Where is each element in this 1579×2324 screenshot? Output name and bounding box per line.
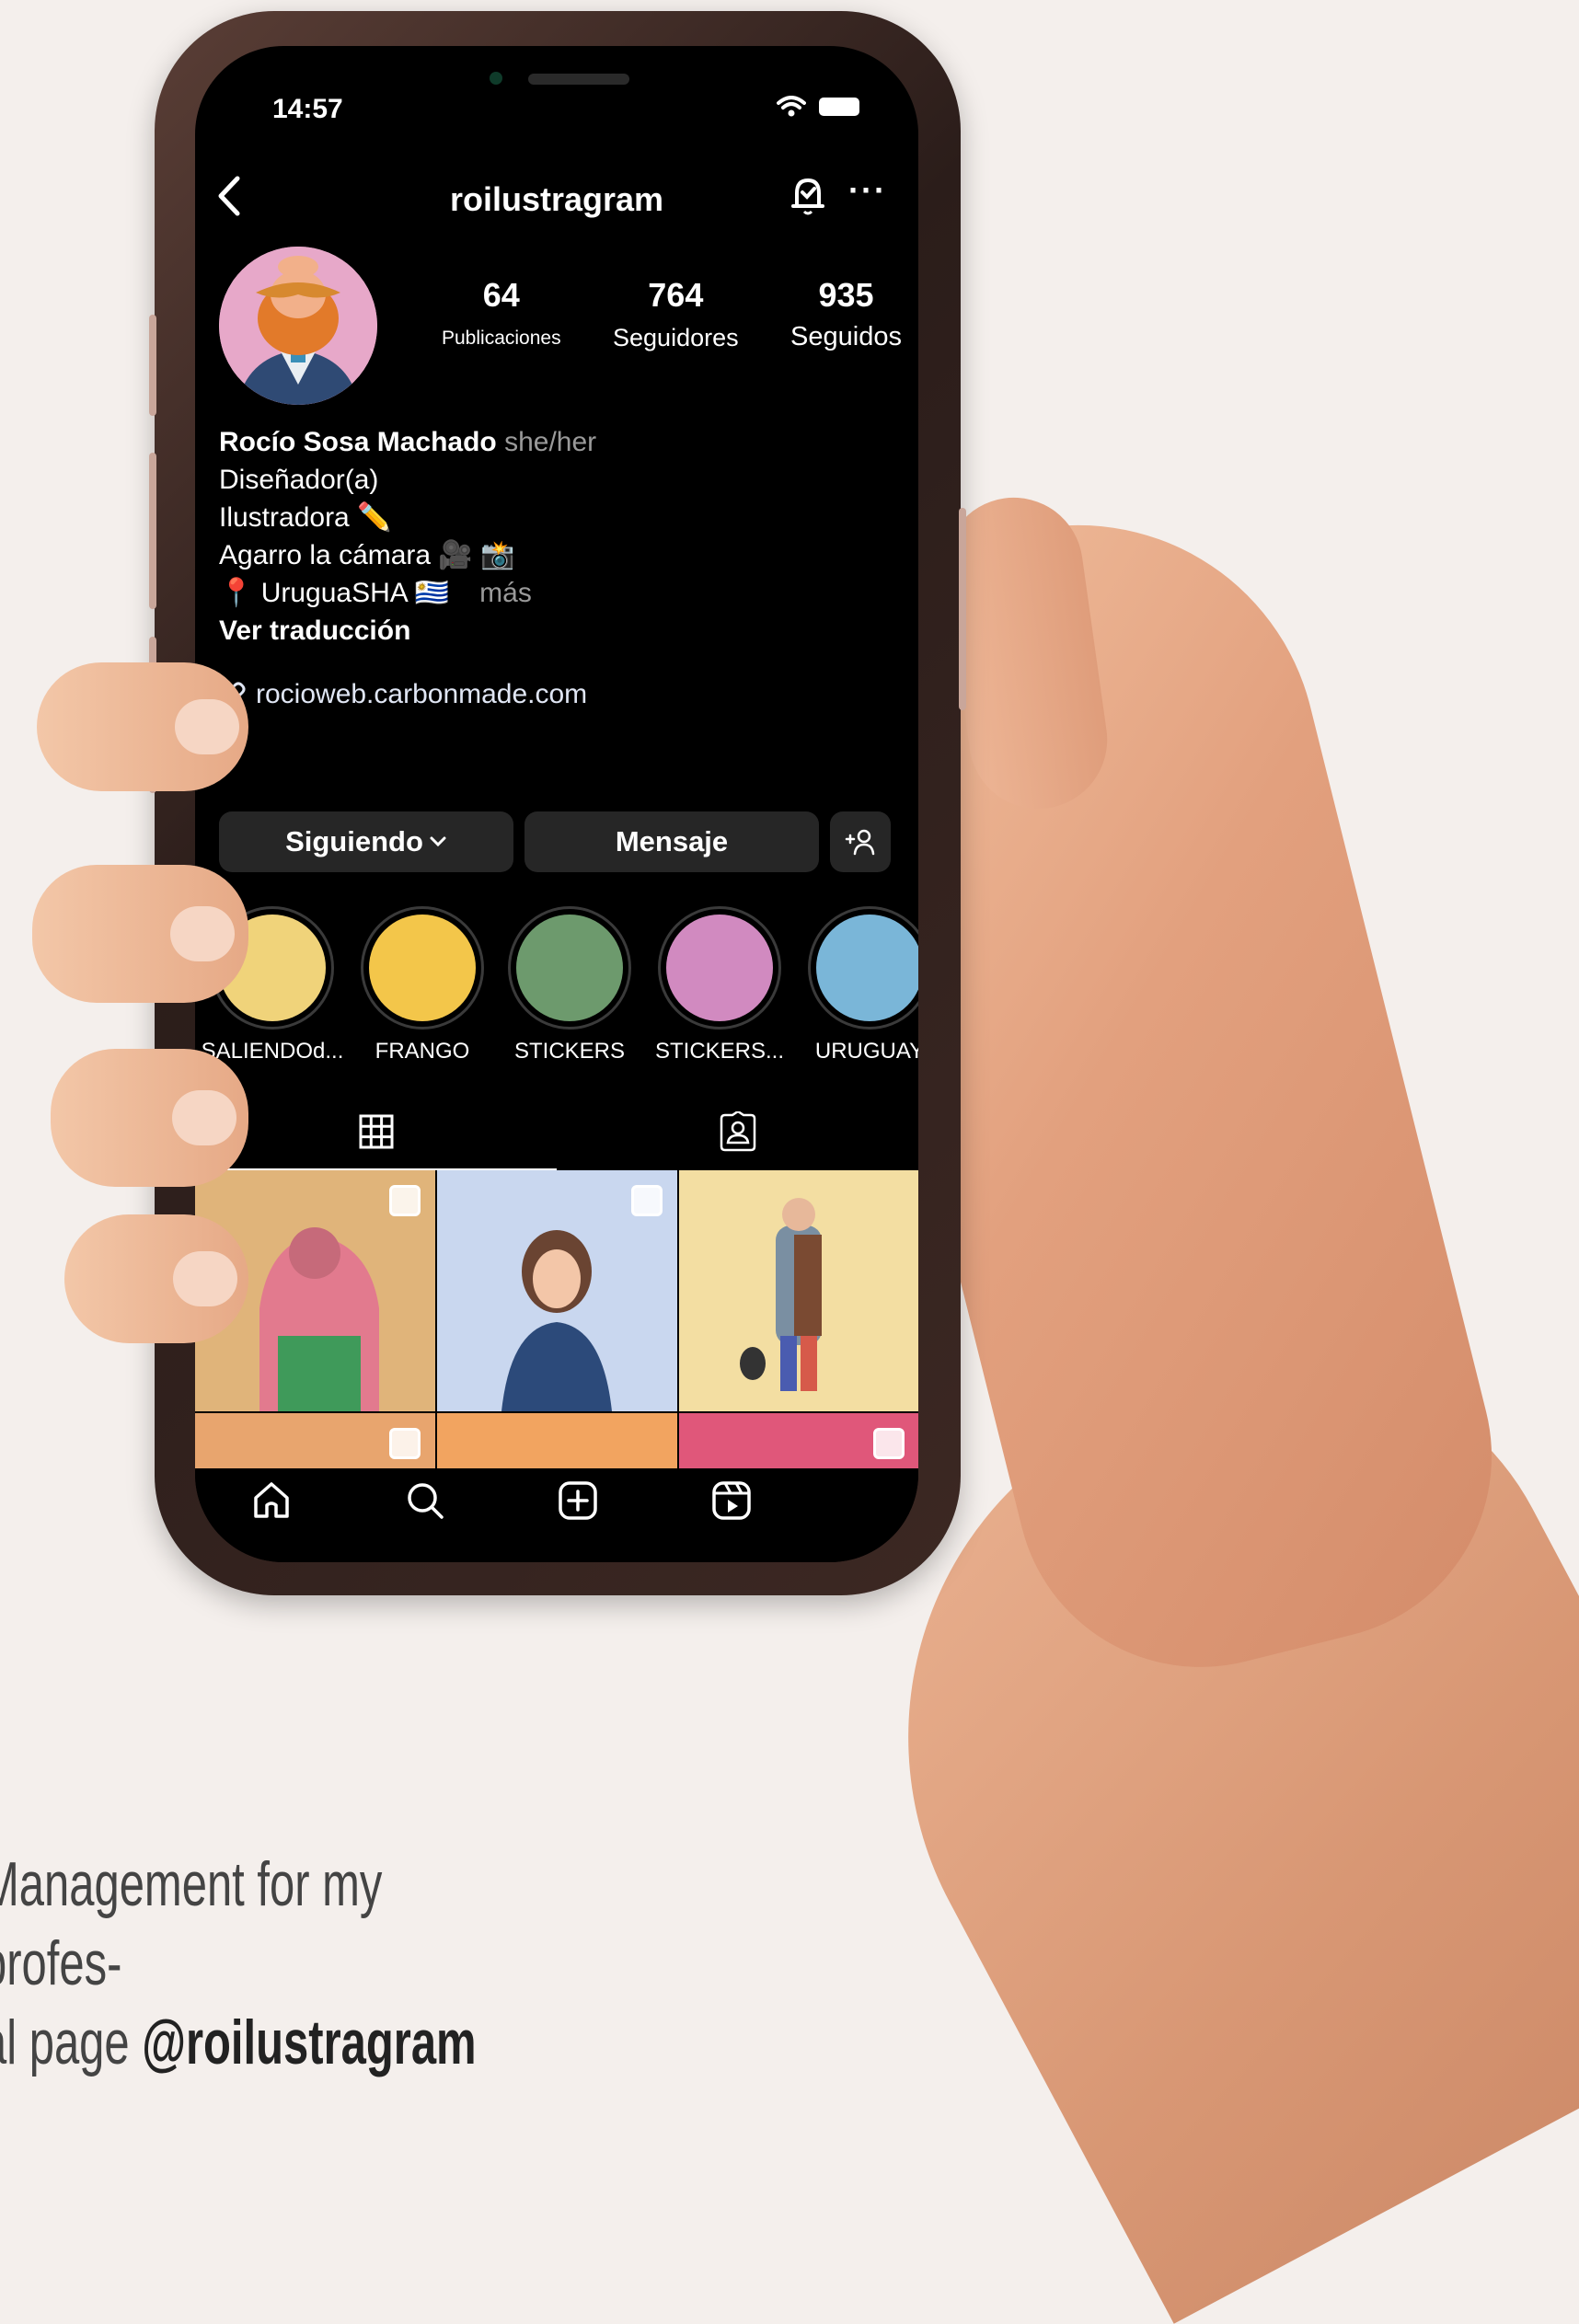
stat-following-label: Seguidos xyxy=(790,322,902,351)
post-thumbnail[interactable] xyxy=(437,1413,677,1468)
fingernail xyxy=(172,1090,236,1145)
caption-line-2: al page @roilustragram xyxy=(0,2003,499,2082)
chevron-down-icon xyxy=(430,836,446,847)
fingernail xyxy=(175,699,239,754)
profile-bio: Rocío Sosa Machado she/her Diseñador(a) … xyxy=(219,423,900,650)
phone-silent-switch xyxy=(149,315,156,416)
highlight-cover xyxy=(369,915,476,1021)
earpiece-speaker xyxy=(528,74,629,85)
bio-more-link[interactable]: más xyxy=(479,578,532,608)
add-user-icon xyxy=(845,829,875,856)
highlight-item[interactable]: FRANGO xyxy=(361,906,484,1064)
bio-line-2: Agarro la cámara 🎥 📸 xyxy=(219,540,515,570)
profile-avatar[interactable] xyxy=(219,247,377,405)
message-button-label: Mensaje xyxy=(615,825,729,857)
finger xyxy=(51,1049,248,1187)
notch xyxy=(372,46,751,121)
post-thumbnail[interactable] xyxy=(195,1413,435,1468)
highlight-item[interactable]: URUGUAY xyxy=(808,906,918,1064)
highlight-ring xyxy=(808,906,918,1030)
grid-icon xyxy=(359,1114,393,1149)
post-thumbnail[interactable] xyxy=(437,1170,677,1411)
bottom-nav xyxy=(195,1468,918,1562)
highlight-ring xyxy=(361,906,484,1030)
profile-tabs xyxy=(195,1095,918,1170)
caption-handle: @roilustragram xyxy=(142,2008,477,2077)
stat-following[interactable]: 935 Seguidos xyxy=(790,276,902,352)
profile-header: roilustragram ··· xyxy=(195,166,918,230)
bio-line-3: 📍 UruguaSHA 🇺🇾 xyxy=(219,578,449,608)
home-icon[interactable] xyxy=(239,1468,304,1533)
fingernail xyxy=(170,906,235,961)
caption-line-1: Management for my profes- xyxy=(0,1849,383,1998)
battery-icon xyxy=(819,98,859,116)
bio-category: Diseñador(a) xyxy=(219,465,379,495)
reels-icon[interactable] xyxy=(699,1468,764,1533)
tab-tagged[interactable] xyxy=(557,1095,918,1168)
tagged-person-icon xyxy=(720,1111,755,1152)
tab-posts-grid[interactable] xyxy=(195,1095,557,1170)
carousel-icon xyxy=(389,1428,421,1459)
status-icons xyxy=(777,96,859,118)
post-thumbnail[interactable] xyxy=(679,1413,918,1468)
profile-stats: 64 Publicaciones 764 Seguidores 935 Segu… xyxy=(442,276,902,352)
carousel-icon xyxy=(631,1185,663,1216)
finger xyxy=(32,865,248,1003)
front-camera xyxy=(490,72,502,85)
post-thumbnail[interactable] xyxy=(679,1170,918,1411)
posts-grid xyxy=(195,1170,918,1468)
caption-text: Management for my profes- al page @roilu… xyxy=(0,1845,499,2082)
suggested-users-button[interactable] xyxy=(830,811,891,872)
highlight-label: STICKERS... xyxy=(654,1039,785,1064)
phone-screen: 14:57 roilustragram ··· 64 Publicaciones… xyxy=(195,46,918,1562)
phone-device: 14:57 roilustragram ··· 64 Publicaciones… xyxy=(149,11,966,1595)
phone-power-button xyxy=(959,508,966,710)
highlight-cover xyxy=(816,915,918,1021)
highlight-label: FRANGO xyxy=(375,1039,470,1064)
stat-followers-label: Seguidores xyxy=(613,324,739,351)
notification-bell-icon[interactable] xyxy=(790,175,826,217)
carousel-icon xyxy=(389,1185,421,1216)
stat-posts-count: 64 xyxy=(482,276,520,314)
highlight-ring xyxy=(658,906,781,1030)
following-button-label: Siguiendo xyxy=(285,825,423,857)
website-link[interactable]: rocioweb.carbonmade.com xyxy=(219,679,587,710)
finger xyxy=(64,1214,248,1343)
more-options-icon[interactable]: ··· xyxy=(848,171,887,210)
caption-line-2-prefix: al page xyxy=(0,2008,130,2077)
stat-posts-label: Publicaciones xyxy=(442,328,561,349)
highlight-cover xyxy=(516,915,623,1021)
highlight-ring xyxy=(508,906,631,1030)
highlight-label: STICKERS xyxy=(513,1039,626,1064)
highlight-label: SALIENDOd... xyxy=(201,1039,344,1064)
bio-name: Rocío Sosa Machado xyxy=(219,427,497,457)
highlight-item[interactable]: STICKERS xyxy=(508,906,631,1064)
story-highlights: SALIENDOd... FRANGO STICKERS STICKERS...… xyxy=(195,906,918,1064)
bio-pronouns: she/her xyxy=(504,427,597,457)
stat-posts[interactable]: 64 Publicaciones xyxy=(442,276,561,352)
wifi-icon xyxy=(777,96,806,117)
stat-following-count: 935 xyxy=(818,276,874,314)
status-time: 14:57 xyxy=(272,94,343,124)
following-button[interactable]: Siguiendo xyxy=(219,811,513,872)
stat-followers[interactable]: 764 Seguidores xyxy=(613,276,739,352)
carousel-icon xyxy=(873,1428,905,1459)
stat-followers-count: 764 xyxy=(648,276,704,314)
translate-link[interactable]: Ver traducción xyxy=(219,612,900,650)
website-link-text: rocioweb.carbonmade.com xyxy=(256,679,588,709)
message-button[interactable]: Mensaje xyxy=(524,811,819,872)
highlight-item[interactable]: STICKERS... xyxy=(655,906,784,1064)
profile-actions: Siguiendo Mensaje xyxy=(219,811,893,872)
highlight-label: URUGUAY xyxy=(814,1039,918,1064)
create-post-icon[interactable] xyxy=(546,1468,610,1533)
finger xyxy=(37,662,248,791)
fingernail xyxy=(173,1251,237,1306)
phone-volume-up xyxy=(149,453,156,609)
highlight-cover xyxy=(666,915,773,1021)
search-icon[interactable] xyxy=(393,1468,457,1533)
bio-line-1: Ilustradora ✏️ xyxy=(219,502,392,533)
